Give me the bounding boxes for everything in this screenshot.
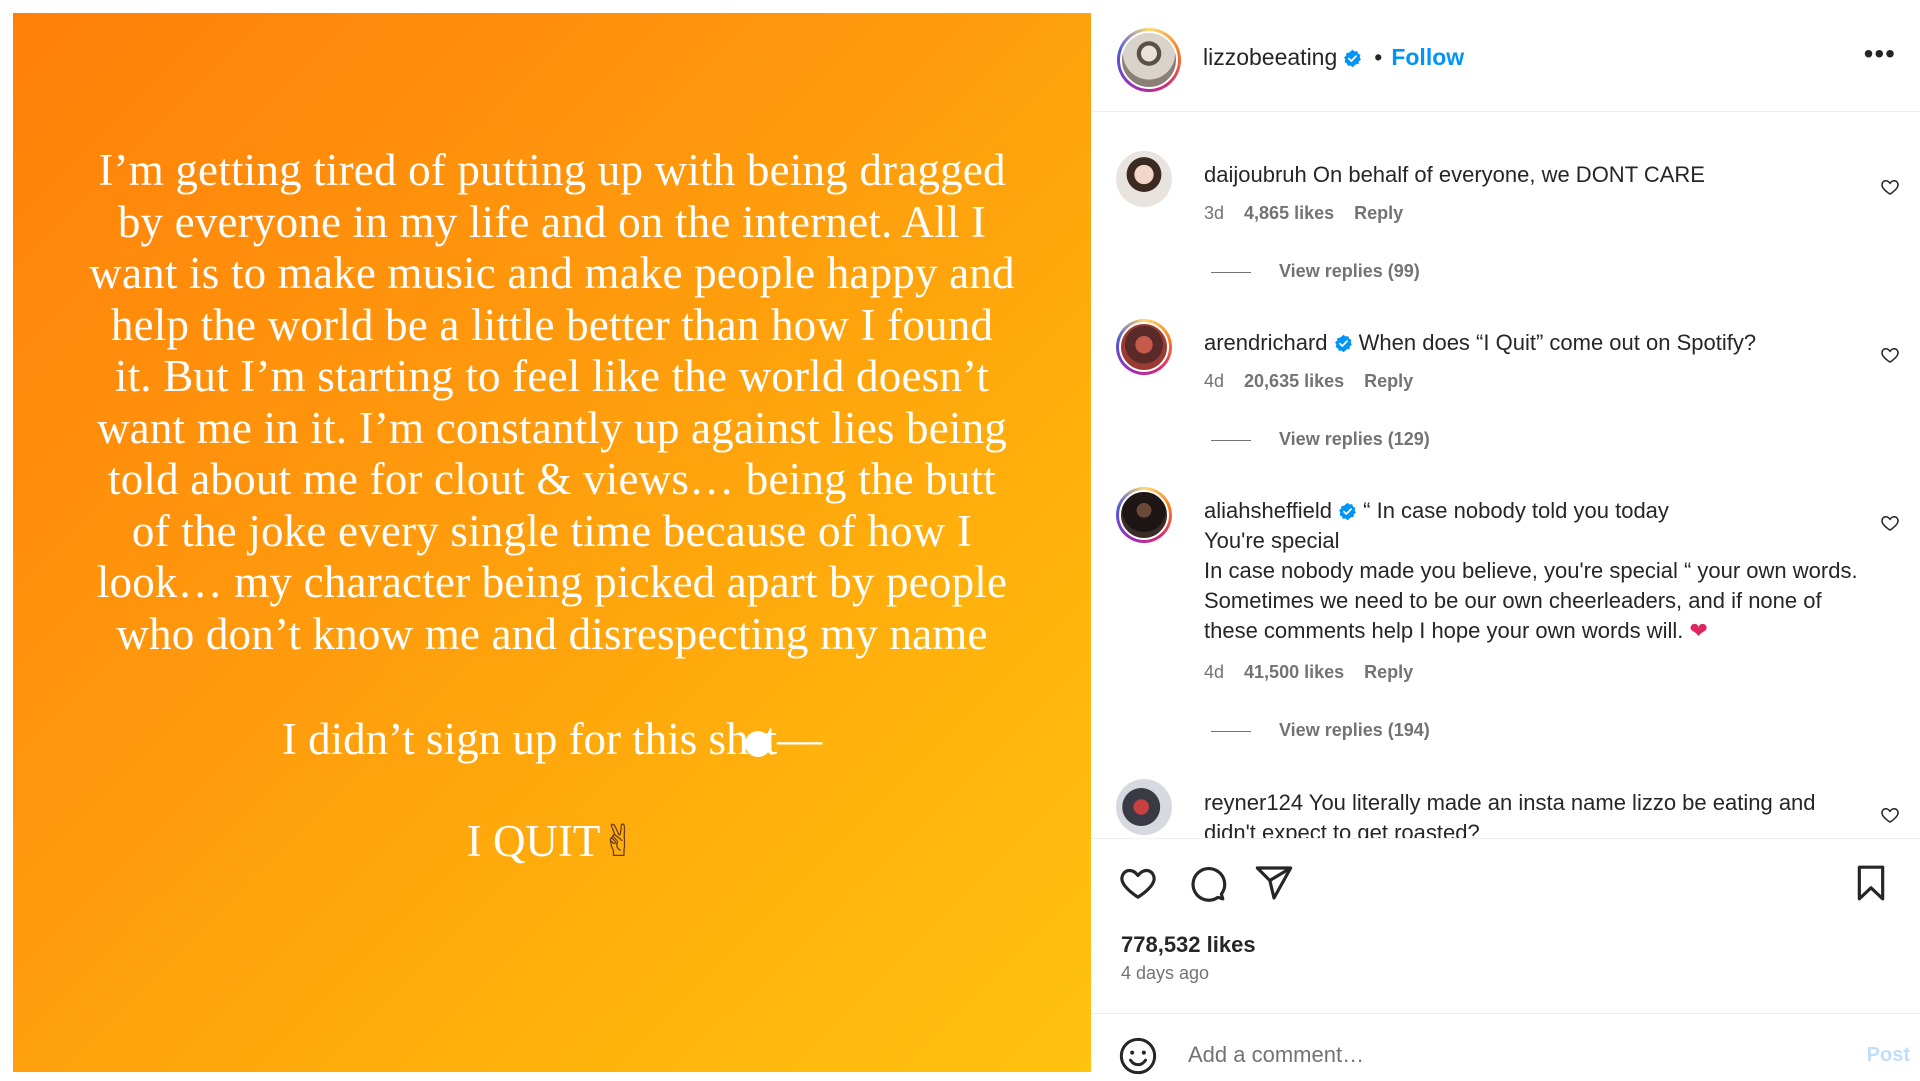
post-sidebar: lizzobeeating • Follow ••• daijoubruh On b… [1091, 0, 1920, 1080]
comment-time: 4d [1204, 371, 1225, 391]
comment-time: 3d [1204, 203, 1225, 223]
share-send-icon[interactable] [1254, 863, 1294, 903]
emoji-smiley-icon[interactable] [1118, 1036, 1158, 1076]
comment-username[interactable]: arendrichard [1204, 330, 1328, 355]
comment-username[interactable]: daijoubruh [1204, 162, 1307, 187]
comment-username[interactable]: aliahsheffield [1204, 498, 1332, 523]
comment-time: 4d [1204, 662, 1225, 682]
comment-meta: 4d 20,635 likes Reply [1204, 371, 1433, 392]
likes-count[interactable]: 778,532 likes [1121, 932, 1256, 958]
red-heart-emoji: ❤ [1689, 619, 1708, 644]
peace-hand-emoji: ✌ [600, 816, 638, 867]
avatar[interactable] [1117, 28, 1181, 92]
avatar[interactable] [1116, 779, 1172, 835]
post-text-line: by everyone in my life and on the intern… [117, 196, 987, 247]
post-text-line: help the world be a little better than h… [110, 299, 994, 350]
post-timestamp[interactable]: 4 days ago [1121, 963, 1209, 984]
like-heart-icon[interactable] [1118, 863, 1158, 903]
comment-content: “ In case nobody told you today [1363, 498, 1669, 523]
comment-meta: 3d 4,865 likes Reply [1204, 203, 1423, 224]
like-comment-heart-icon[interactable] [1880, 513, 1900, 533]
bookmark-icon[interactable] [1851, 863, 1891, 903]
post-image[interactable]: I’m getting tired of putting up with bei… [13, 13, 1091, 1072]
post-text-line: who don’t know me and disrespecting my n… [116, 608, 988, 659]
post-text-line: look… my character being picked apart by… [96, 557, 1008, 607]
comment-likes[interactable]: 20,635 likes [1244, 371, 1344, 391]
post-comment-button[interactable]: Post [1867, 1044, 1910, 1067]
view-replies-label: View replies (99) [1279, 261, 1420, 281]
reply-button[interactable]: Reply [1364, 371, 1413, 391]
verified-badge-icon [1334, 334, 1352, 353]
comment-username[interactable]: reyner124 [1204, 790, 1303, 815]
separator-dot: • [1374, 44, 1383, 70]
view-replies-button[interactable]: View replies (99) [1211, 261, 1420, 282]
comment-likes[interactable]: 41,500 likes [1244, 662, 1344, 682]
post-text-line: want is to make music and make people ha… [89, 248, 1015, 298]
comment-text: arendrichard When does “I Quit” come out… [1204, 328, 1864, 358]
replies-divider [1211, 271, 1251, 273]
username-link[interactable]: lizzobeeating [1203, 44, 1337, 70]
post-sign-line: I didn’t sign up for this sh t— [13, 713, 1091, 765]
post-header: lizzobeeating • Follow ••• [1091, 0, 1920, 112]
comment-text: reyner124 You literally made an insta na… [1204, 788, 1864, 838]
avatar[interactable] [1116, 319, 1172, 375]
like-comment-heart-icon[interactable] [1880, 177, 1900, 197]
like-comment-heart-icon[interactable] [1880, 345, 1900, 365]
post-text-line: want me in it. I’m constantly up against… [96, 402, 1008, 453]
view-replies-label: View replies (129) [1279, 429, 1430, 449]
reply-button[interactable]: Reply [1354, 203, 1403, 223]
post-sign-text-before: I didn’t sign up for this sh [281, 714, 749, 764]
post-text-line: it. But I’m starting to feel like the wo… [114, 351, 990, 401]
replies-divider [1211, 730, 1251, 732]
reply-button[interactable]: Reply [1364, 662, 1413, 682]
comment-content: When does “I Quit” come out on Spotify? [1358, 330, 1757, 355]
verified-badge-icon [1344, 49, 1362, 68]
verified-badge-icon [1339, 502, 1356, 521]
comments-list[interactable]: daijoubruh On behalf of everyone, we DON… [1091, 111, 1920, 838]
view-replies-button[interactable]: View replies (129) [1211, 429, 1430, 450]
replies-divider [1211, 439, 1251, 441]
avatar[interactable] [1116, 151, 1172, 207]
post-text-line: I’m getting tired of putting up with bei… [98, 145, 1006, 195]
add-comment-bar: Post [1091, 1013, 1920, 1081]
more-options-icon[interactable]: ••• [1864, 40, 1896, 68]
comment-content: You're special [1204, 528, 1340, 553]
post-actions: 778,532 likes 4 days ago [1091, 838, 1920, 1014]
post-quit-text: I QUIT [466, 816, 601, 866]
view-replies-label: View replies (194) [1279, 720, 1430, 740]
post-text-line: of the joke every single time because of… [131, 505, 973, 556]
post-text: I’m getting tired of putting up with bei… [63, 145, 1041, 660]
comment-likes[interactable]: 4,865 likes [1244, 203, 1334, 223]
follow-button[interactable]: Follow [1391, 44, 1464, 70]
header-username-row: lizzobeeating • Follow [1203, 44, 1464, 71]
comment-input[interactable] [1186, 1032, 1790, 1078]
comment-content: On behalf of everyone, we DONT CARE [1312, 162, 1705, 187]
view-replies-button[interactable]: View replies (194) [1211, 720, 1430, 741]
post-text-line: told about me for clout & views… being t… [108, 454, 996, 504]
like-comment-heart-icon[interactable] [1880, 805, 1900, 825]
post-sign-text-after: t— [764, 714, 823, 764]
comment-content: In case nobody made you believe, you're … [1204, 558, 1858, 643]
avatar[interactable] [1116, 487, 1172, 543]
comment-bubble-icon[interactable] [1187, 863, 1227, 903]
comment-text: aliahsheffield “ In case nobody told you… [1204, 496, 1864, 647]
post-quit-line: I QUIT✌ [13, 815, 1091, 868]
comment-text: daijoubruh On behalf of everyone, we DON… [1204, 160, 1864, 190]
comment-meta: 4d 41,500 likes Reply [1204, 662, 1433, 683]
